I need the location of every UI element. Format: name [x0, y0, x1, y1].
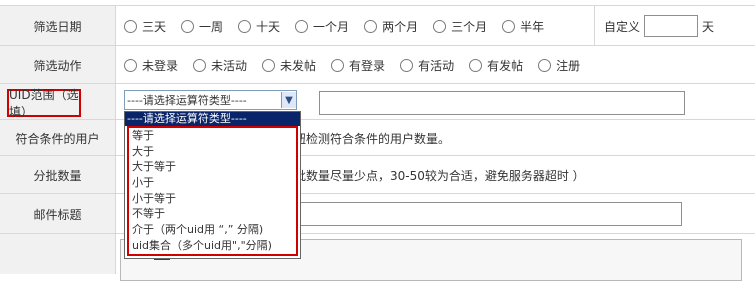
uid-value-input[interactable]: [319, 91, 685, 115]
date-radio-4[interactable]: 两个月: [364, 18, 418, 35]
date-radio-label: 一周: [199, 19, 224, 34]
operator-select-value: ----请选择运算符类型----: [127, 94, 247, 107]
action-radio-label: 未活动: [211, 58, 248, 73]
dropdown-option[interactable]: 介于（两个uid用 “,” 分隔): [129, 222, 296, 238]
action-radio-label: 未登录: [142, 58, 179, 73]
custom-days-unit: 天: [702, 19, 715, 34]
date-radio-label: 半年: [520, 19, 545, 34]
custom-days-label: 自定义: [604, 19, 641, 34]
radio-circle-icon[interactable]: [238, 19, 252, 33]
radio-circle-icon[interactable]: [124, 19, 137, 33]
matching-users-label: 符合条件的用户: [0, 120, 116, 156]
action-radio-2[interactable]: 未发帖: [262, 57, 316, 74]
date-radio-5[interactable]: 三个月: [433, 18, 487, 35]
action-radio-label: 未发帖: [280, 58, 317, 73]
radio-circle-icon[interactable]: [502, 19, 516, 33]
action-radio-group: 未登录 未活动 未发帖 有登录 有活动 有发帖 注册: [124, 46, 595, 84]
radio-circle-icon[interactable]: [469, 58, 483, 72]
date-radio-1[interactable]: 一周: [181, 18, 223, 35]
custom-days-cell: 自定义 天: [594, 6, 755, 46]
date-radio-label: 三天: [142, 19, 167, 34]
dropdown-option[interactable]: 大于: [129, 144, 296, 160]
radio-circle-icon[interactable]: [181, 19, 195, 33]
action-radio-3[interactable]: 有登录: [331, 57, 385, 74]
date-radio-2[interactable]: 十天: [238, 18, 280, 35]
dropdown-option[interactable]: 不等于: [129, 206, 296, 222]
radio-circle-icon[interactable]: [364, 19, 378, 33]
date-radio-group: 三天 一周 十天 一个月 两个月 三个月 半年: [124, 6, 559, 46]
dropdown-options-box: 等于 大于 大于等于 小于 小于等于 不等于 介于（两个uid用 “,” 分隔) uid集合（…: [127, 126, 298, 256]
uid-range-label: UID范围（选填）: [7, 88, 81, 119]
dropdown-option[interactable]: 等于: [129, 128, 296, 144]
mail-subject-row: 邮件标题: [0, 193, 755, 234]
date-radio-0[interactable]: 三天: [124, 18, 166, 35]
date-radio-6[interactable]: 半年: [502, 18, 544, 35]
action-radio-4[interactable]: 有活动: [400, 57, 454, 74]
chevron-down-icon[interactable]: ▼: [281, 92, 296, 108]
action-radio-label: 注册: [556, 58, 581, 73]
dropdown-option[interactable]: 小于: [129, 175, 296, 191]
action-radio-0[interactable]: 未登录: [124, 57, 178, 74]
mail-subject-label: 邮件标题: [0, 194, 116, 234]
dropdown-option[interactable]: uid集合（多个uid用","分隔): [129, 238, 296, 254]
action-radio-label: 有登录: [349, 58, 386, 73]
operator-select[interactable]: ----请选择运算符类型---- ▼: [124, 90, 297, 110]
matching-users-hint: 钮检测符合条件的用户数量。: [294, 131, 451, 146]
date-radio-label: 一个月: [313, 19, 350, 34]
radio-circle-icon[interactable]: [193, 58, 207, 72]
action-radio-label: 有发帖: [487, 58, 524, 73]
action-filter-row: 筛选动作 未登录 未活动 未发帖 有登录 有活动 有发帖 注册: [0, 45, 755, 84]
dropdown-option[interactable]: 大于等于: [129, 159, 296, 175]
action-radio-1[interactable]: 未活动: [193, 57, 247, 74]
radio-circle-icon[interactable]: [124, 58, 137, 72]
custom-days-input[interactable]: [644, 15, 699, 37]
radio-circle-icon[interactable]: [295, 19, 309, 33]
dropdown-option[interactable]: 小于等于: [129, 191, 296, 207]
dropdown-highlighted-option[interactable]: ----请选择运算符类型----: [125, 112, 300, 126]
matching-users-row: 符合条件的用户 钮检测符合条件的用户数量。: [0, 119, 755, 156]
radio-circle-icon[interactable]: [538, 58, 552, 72]
batch-size-hint: 批数量尽量少点，30-50较为合适，避免服务器超时 ）: [294, 168, 585, 183]
date-radio-label: 十天: [256, 19, 281, 34]
date-filter-row: 筛选日期 三天 一周 十天 一个月 两个月 三个月 半年 自定义 天: [0, 5, 755, 46]
action-radio-label: 有活动: [418, 58, 455, 73]
radio-circle-icon[interactable]: [433, 19, 447, 33]
date-filter-label: 筛选日期: [0, 6, 116, 46]
action-radio-6[interactable]: 注册: [538, 57, 580, 74]
radio-circle-icon[interactable]: [331, 58, 345, 72]
date-radio-3[interactable]: 一个月: [295, 18, 349, 35]
action-radio-5[interactable]: 有发帖: [469, 57, 523, 74]
operator-dropdown-list: ----请选择运算符类型---- 等于 大于 大于等于 小于 小于等于 不等于 介于（两个u…: [124, 111, 301, 259]
action-filter-label: 筛选动作: [0, 46, 116, 84]
mail-subject-input[interactable]: [292, 202, 682, 226]
batch-size-row: 分批数量 批数量尽量少点，30-50较为合适，避免服务器超时 ）: [0, 155, 755, 194]
date-radio-label: 三个月: [451, 19, 488, 34]
batch-size-label: 分批数量: [0, 156, 116, 194]
uid-range-row: UID范围（选填） ----请选择运算符类型---- ▼: [0, 83, 755, 120]
radio-circle-icon[interactable]: [262, 58, 276, 72]
date-radio-label: 两个月: [382, 19, 419, 34]
radio-circle-icon[interactable]: [400, 58, 414, 72]
